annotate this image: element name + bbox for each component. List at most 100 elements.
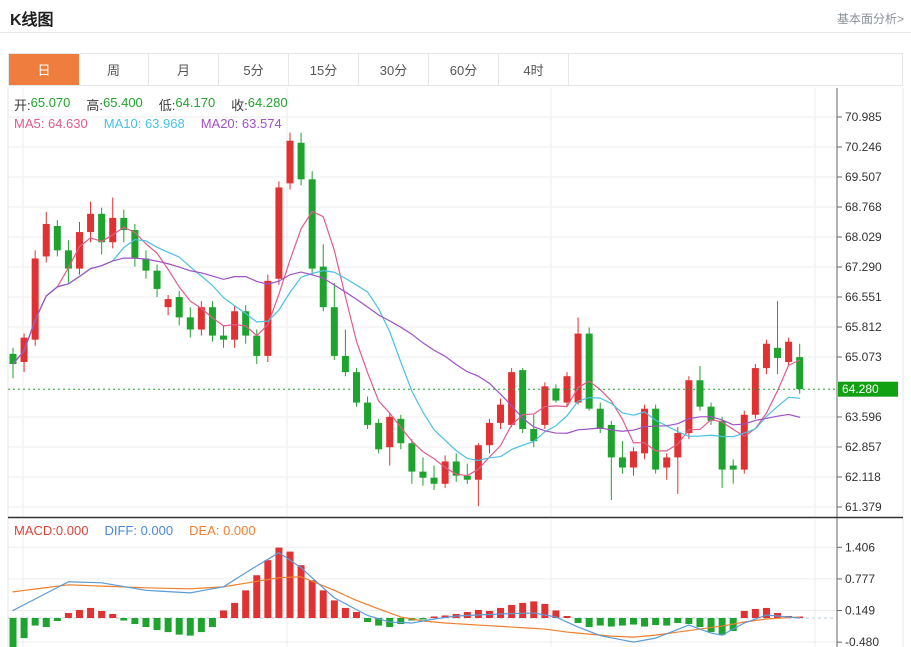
y-axis-label: 68.029 (845, 230, 882, 244)
macd-bar (176, 618, 183, 635)
candle-body (309, 179, 316, 268)
macd-bar (652, 618, 659, 625)
candle-body (663, 457, 670, 467)
macd-bar (353, 612, 360, 618)
macd-bar (342, 608, 349, 618)
low-label: 低: (159, 95, 176, 114)
y-axis-label: 62.118 (845, 470, 881, 484)
macd-bar (120, 618, 127, 621)
candle-body (386, 417, 393, 447)
ma20-legend: MA20: 63.574 (201, 116, 282, 131)
ma-legend: MA5: 64.630 MA10: 63.968 MA20: 63.574 (14, 116, 282, 131)
macd-bar (109, 614, 116, 618)
ma5-legend: MA5: 64.630 (14, 116, 88, 131)
macd-bar (309, 580, 316, 618)
y-axis-label: 68.768 (845, 200, 882, 214)
candle-body (187, 317, 194, 329)
macd-bar (231, 603, 238, 618)
open-value: 65.070 (31, 95, 71, 114)
macd-bar (508, 605, 515, 618)
macd-bar (320, 590, 327, 618)
candle-body (763, 344, 770, 368)
close-value: 64.280 (248, 95, 288, 114)
y-axis-label: 63.596 (845, 410, 882, 424)
candle-body (641, 409, 648, 454)
candle-body (730, 466, 737, 470)
close-label: 收: (231, 95, 248, 114)
macd-axis-label: 0.777 (845, 572, 875, 586)
macd-bar (752, 609, 759, 618)
macd-bar (142, 618, 149, 627)
candle-body (552, 388, 559, 400)
ma20-line (13, 258, 800, 433)
candle-body (431, 478, 438, 484)
candle-body (87, 214, 94, 232)
candle-body (165, 299, 172, 307)
macd-axis-label: 0.149 (845, 604, 875, 618)
macd-bar (275, 548, 282, 618)
y-axis-label: 62.857 (845, 440, 882, 454)
macd-bar (331, 600, 338, 618)
macd-bar (154, 618, 161, 630)
macd-bar (630, 618, 637, 625)
macd-bar (696, 618, 703, 627)
macd-axis-label: -0.480 (845, 635, 879, 647)
candle-body (220, 336, 227, 340)
macd-bar (220, 610, 227, 618)
candle-body (708, 407, 715, 421)
macd-bar (298, 565, 305, 618)
macd-legend: MACD:0.000 DIFF: 0.000 DEA: 0.000 (14, 523, 256, 538)
macd-bar (663, 618, 670, 626)
ma10-line (13, 240, 800, 461)
candle-body (486, 423, 493, 445)
macd-bar (497, 608, 504, 618)
macd-bar (264, 560, 271, 618)
macd-bar (685, 618, 692, 624)
macd-bar (641, 618, 648, 627)
macd-bar (608, 618, 615, 627)
y-axis-label: 70.985 (845, 110, 882, 124)
y-axis-label: 65.812 (845, 320, 882, 334)
candle-body (375, 423, 382, 449)
open-label: 开: (14, 95, 31, 114)
macd-value-legend: MACD:0.000 (14, 523, 88, 538)
candle-body (508, 372, 515, 425)
candle-body (597, 409, 604, 429)
candle-body (541, 386, 548, 425)
current-price-badge-label: 64.280 (842, 382, 879, 396)
candle-body (619, 457, 626, 467)
macd-bar (65, 613, 72, 618)
candle-body (419, 472, 426, 478)
candle-body (752, 368, 759, 415)
macd-bar (87, 608, 94, 618)
macd-bar (364, 618, 371, 622)
candle-body (364, 403, 371, 425)
candle-body (796, 357, 803, 389)
diff-value-legend: DIFF: 0.000 (104, 523, 173, 538)
candle-body (10, 354, 17, 364)
candle-body (298, 143, 305, 180)
macd-bar (131, 618, 138, 624)
candle-body (320, 267, 327, 308)
candle-body (176, 297, 183, 317)
macd-bar (209, 618, 216, 627)
candle-body (497, 405, 504, 423)
candle-body (109, 218, 116, 242)
macd-bar (575, 618, 582, 623)
macd-bar (76, 610, 83, 618)
macd-bar (10, 618, 17, 647)
candle-body (154, 271, 161, 289)
diff-line (13, 553, 800, 643)
candle-body (685, 380, 692, 433)
y-axis-label: 61.379 (845, 500, 882, 514)
macd-bar (619, 618, 626, 626)
macd-bar (419, 618, 426, 620)
macd-bar (708, 618, 715, 632)
y-axis-label: 66.551 (845, 290, 882, 304)
candle-body (719, 421, 726, 470)
macd-bar (586, 618, 593, 627)
macd-bar (519, 603, 526, 618)
macd-bar (32, 618, 39, 626)
macd-axis-label: 1.406 (845, 540, 875, 554)
candle-body (785, 342, 792, 362)
